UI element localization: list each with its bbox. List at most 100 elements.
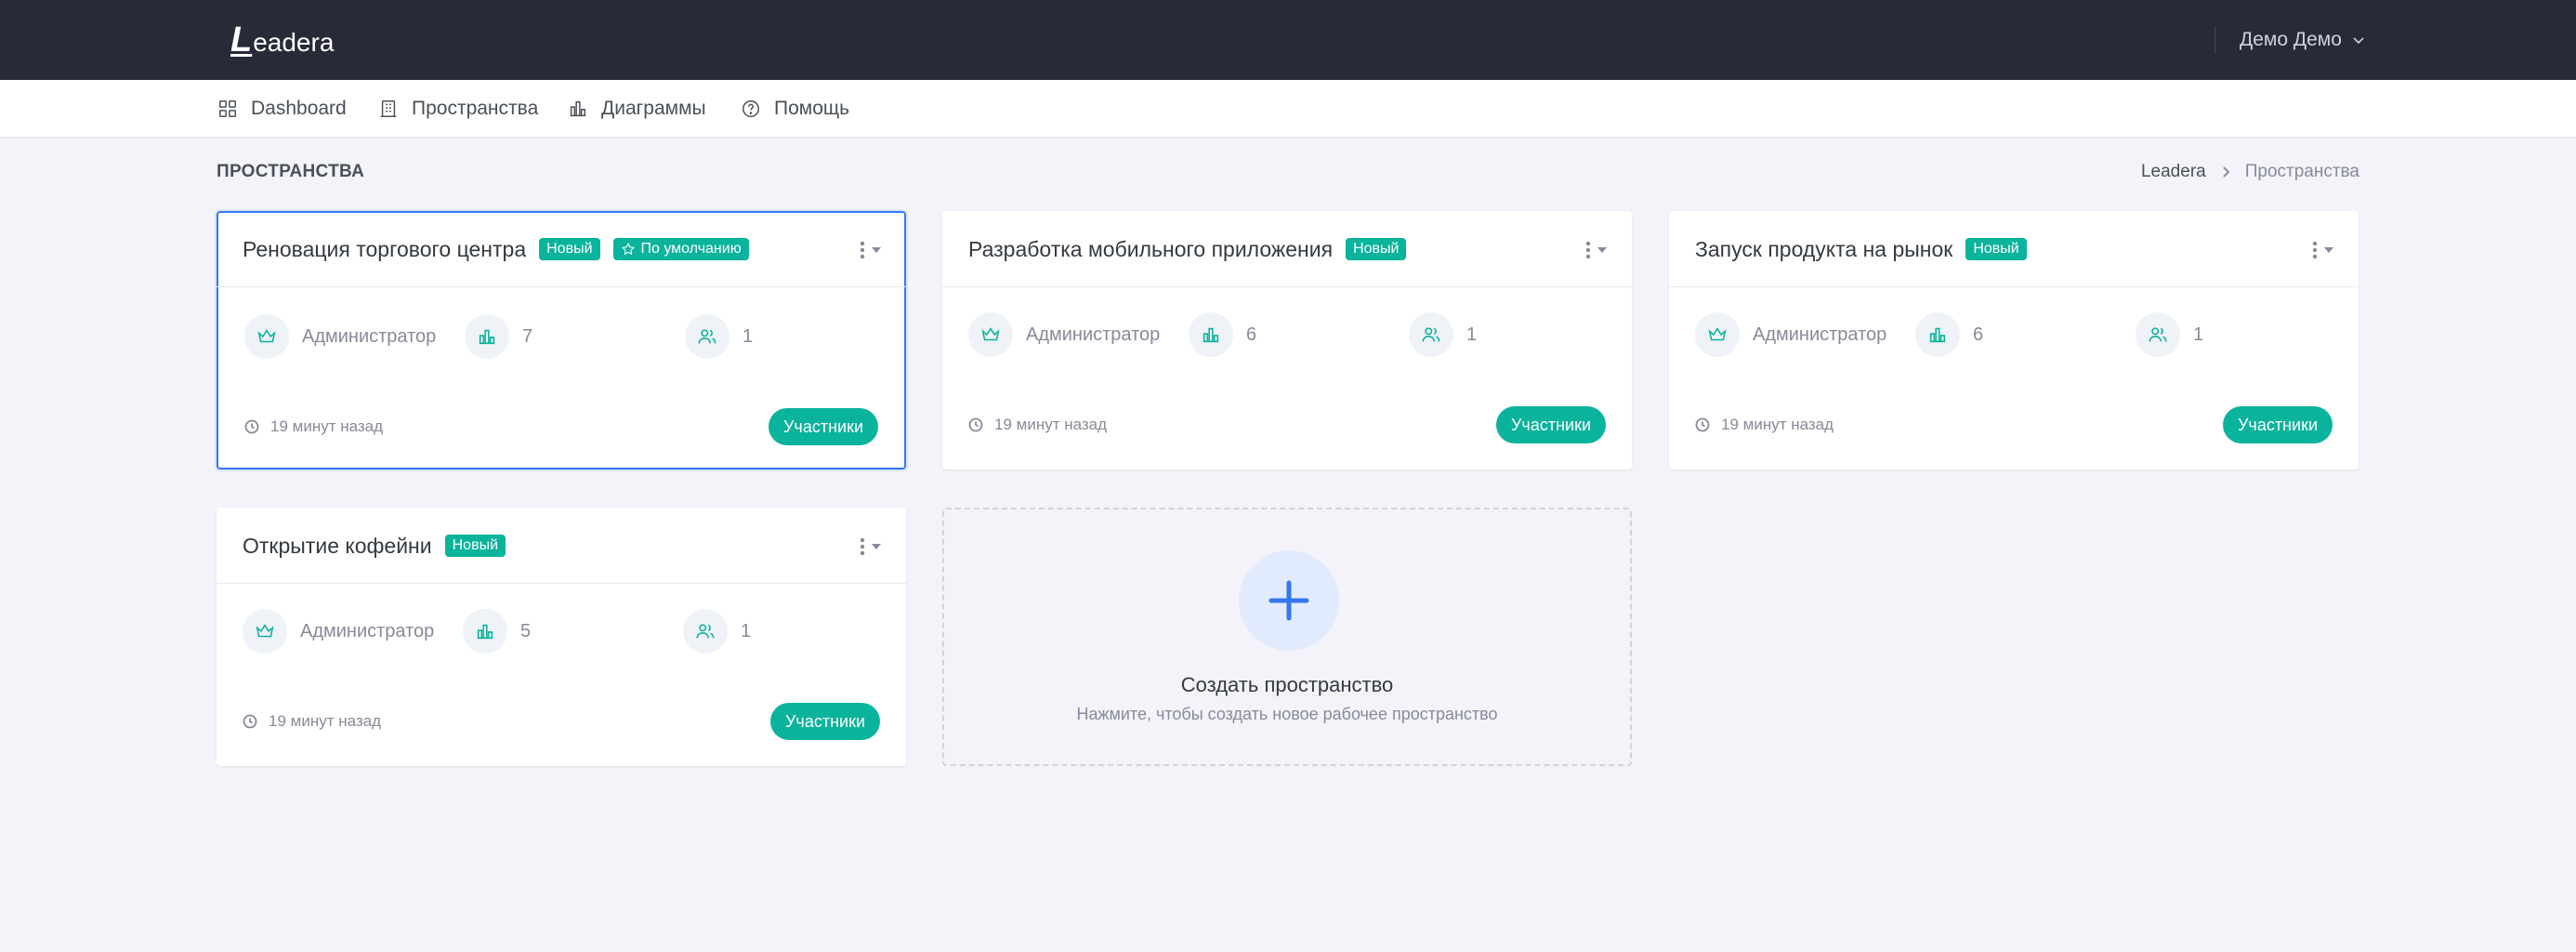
grid-icon xyxy=(219,100,236,117)
users-icon xyxy=(1422,327,1440,342)
card-stats: Администратор 6 1 xyxy=(1695,311,2385,358)
diagrams-stat: 7 xyxy=(465,313,532,360)
user-menu[interactable]: Демо Демо xyxy=(2240,25,2366,55)
nav-item-diagrams[interactable]: Диаграммы xyxy=(568,80,706,138)
nav-item-spaces[interactable]: Пространства xyxy=(378,80,538,138)
time-info: 19 минут назад xyxy=(968,406,1107,443)
users-icon xyxy=(2149,327,2167,342)
space-card[interactable]: Запуск продукта на рынок Новый Администр… xyxy=(1669,211,2359,469)
space-card[interactable]: Открытие кофейни Новый Администратор 5 1… xyxy=(217,508,906,766)
nav-item-label: Помощь xyxy=(774,98,850,119)
create-space-button[interactable] xyxy=(1239,550,1339,651)
time-ago: 19 минут назад xyxy=(269,712,382,730)
default-badge: По умолчанию xyxy=(612,238,749,260)
role-label: Администратор xyxy=(302,325,437,347)
space-card[interactable]: Разработка мобильного приложения Новый А… xyxy=(942,211,1632,469)
create-space-card[interactable]: Создать пространство Нажмите, чтобы созд… xyxy=(942,508,1632,766)
members-button[interactable]: Участники xyxy=(2223,406,2333,443)
more-vertical-icon xyxy=(860,537,865,556)
role-label: Администратор xyxy=(300,620,435,641)
nav-item-label: Диаграммы xyxy=(601,98,706,119)
members-count: 1 xyxy=(1466,324,1478,345)
clock-icon xyxy=(243,714,257,729)
role-label: Администратор xyxy=(1753,324,1887,345)
space-card[interactable]: Реновация торгового центра Новый По умол… xyxy=(217,211,906,469)
members-stat: 1 xyxy=(2136,311,2203,358)
space-title[interactable]: Открытие кофейни xyxy=(243,534,432,559)
users-icon xyxy=(698,329,716,344)
members-button[interactable]: Участники xyxy=(770,703,880,740)
members-button[interactable]: Участники xyxy=(769,408,878,445)
nav-item-dashboard[interactable]: Dashboard xyxy=(217,80,347,138)
breadcrumb: Leadera Пространства xyxy=(2141,162,2359,182)
status-badge: Новый xyxy=(1346,238,1407,260)
diagrams-stat: 5 xyxy=(463,608,531,654)
time-info: 19 минут назад xyxy=(1695,406,1833,443)
time-ago: 19 минут назад xyxy=(994,416,1108,433)
top-bar: L eadera Демо Демо xyxy=(0,0,2576,80)
card-footer: 19 минут назад Участники xyxy=(1695,406,2333,443)
chart-icon xyxy=(570,100,586,117)
chart-icon xyxy=(477,624,493,640)
caret-down-icon xyxy=(1597,247,1607,253)
logo[interactable]: L eadera xyxy=(230,20,335,60)
time-ago: 19 минут назад xyxy=(1721,416,1834,433)
diagrams-count: 7 xyxy=(522,325,533,347)
nav-bar: Dashboard Пространства Диаграммы Помощь xyxy=(0,80,2576,138)
card-header: Разработка мобильного приложения Новый xyxy=(942,211,1632,287)
members-stat: 1 xyxy=(685,313,753,360)
logo-text: eadera xyxy=(253,28,335,57)
role-stat: Администратор xyxy=(244,313,436,360)
create-space-title: Создать пространство xyxy=(1180,673,1394,696)
role-stat: Администратор xyxy=(243,608,434,654)
chevron-right-icon xyxy=(2223,166,2230,178)
chart-icon xyxy=(1203,327,1219,343)
card-stats: Администратор 5 1 xyxy=(243,608,932,654)
card-footer: 19 минут назад Участники xyxy=(243,703,880,740)
nav-item-label: Dashboard xyxy=(251,98,347,119)
members-count: 1 xyxy=(2193,324,2204,345)
members-stat: 1 xyxy=(1409,311,1477,358)
members-button[interactable]: Участники xyxy=(1496,406,1606,443)
building-icon xyxy=(380,100,397,117)
members-stat: 1 xyxy=(683,608,751,654)
diagrams-count: 6 xyxy=(1246,324,1257,345)
diagrams-stat: 6 xyxy=(1915,311,1983,358)
diagrams-count: 6 xyxy=(1973,324,1984,345)
crown-icon xyxy=(981,327,1000,341)
crown-icon xyxy=(257,329,276,343)
status-badge: Новый xyxy=(539,238,600,260)
nav-item-label: Пространства xyxy=(412,98,539,119)
card-header: Запуск продукта на рынок Новый xyxy=(1669,211,2359,287)
card-menu-button[interactable] xyxy=(860,237,882,263)
chart-icon xyxy=(479,329,495,345)
caret-down-icon xyxy=(872,544,881,549)
space-title[interactable]: Разработка мобильного приложения xyxy=(968,237,1333,262)
card-menu-button[interactable] xyxy=(2312,237,2334,263)
card-menu-button[interactable] xyxy=(1585,237,1608,263)
breadcrumb-home[interactable]: Leadera xyxy=(2141,162,2206,182)
time-info: 19 минут назад xyxy=(244,408,383,445)
card-menu-button[interactable] xyxy=(860,534,882,560)
time-ago: 19 минут назад xyxy=(270,417,384,435)
plus-icon xyxy=(1268,580,1309,621)
time-info: 19 минут назад xyxy=(243,703,381,740)
nav-item-help[interactable]: Помощь xyxy=(741,80,849,138)
members-count: 1 xyxy=(741,620,752,641)
more-vertical-icon xyxy=(1585,241,1591,259)
logo-initial: L xyxy=(230,20,253,60)
caret-down-icon xyxy=(872,247,881,253)
chart-icon xyxy=(1929,327,1946,343)
clock-icon xyxy=(244,419,259,434)
space-title[interactable]: Запуск продукта на рынок xyxy=(1695,237,1952,262)
space-title[interactable]: Реновация торгового центра xyxy=(243,237,526,262)
user-name: Демо Демо xyxy=(2240,29,2342,50)
users-icon xyxy=(696,624,715,639)
diagrams-count: 5 xyxy=(520,620,532,641)
breadcrumb-current: Пространства xyxy=(2244,162,2359,181)
card-stats: Администратор 6 1 xyxy=(968,311,1658,358)
role-stat: Администратор xyxy=(1695,311,1886,358)
card-stats: Администратор 7 1 xyxy=(244,313,930,360)
card-header: Открытие кофейни Новый xyxy=(217,508,906,584)
status-badge: Новый xyxy=(1965,238,2027,260)
